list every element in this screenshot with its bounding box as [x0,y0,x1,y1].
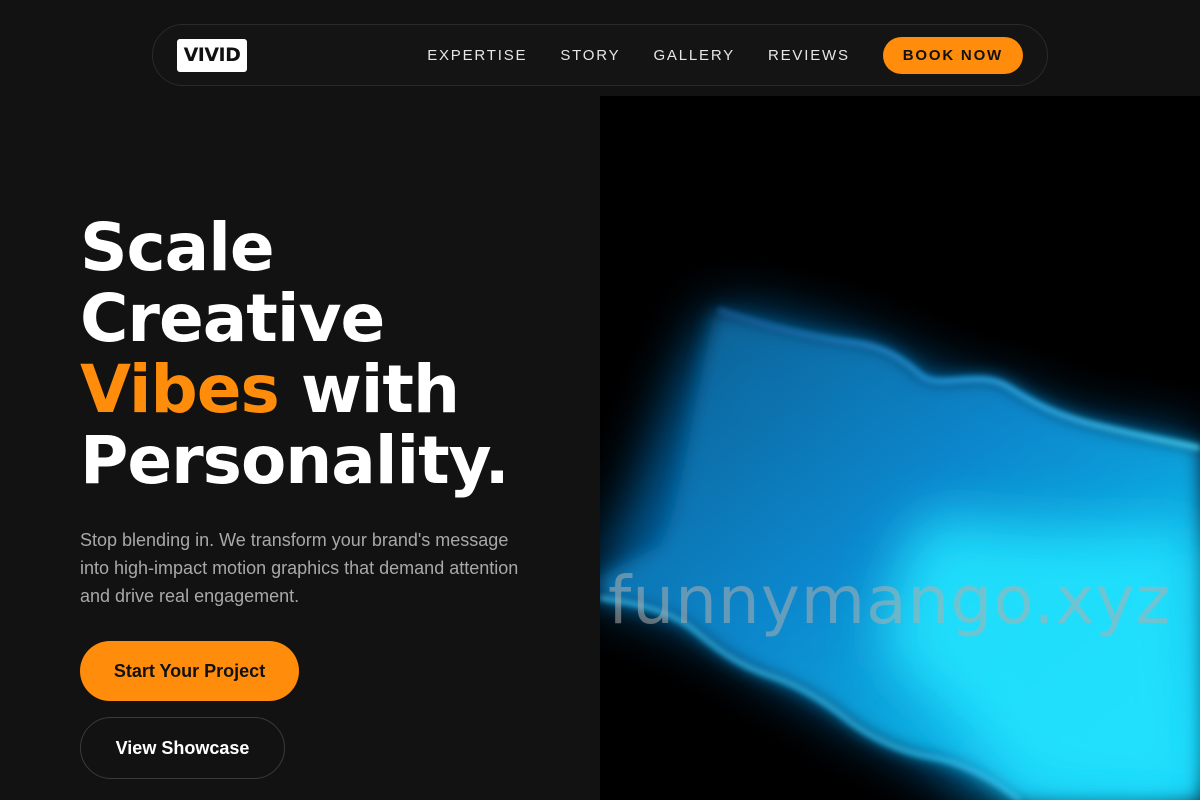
nav-link-story[interactable]: STORY [560,47,620,64]
headline-accent: Vibes [80,351,280,428]
top-nav: VIVID EXPERTISE STORY GALLERY REVIEWS BO… [152,24,1048,86]
hero-visual-image: funnymango.xyz [600,96,1200,800]
landing-page: VIVID EXPERTISE STORY GALLERY REVIEWS BO… [0,0,1200,800]
start-project-button[interactable]: Start Your Project [80,641,299,701]
headline-line-1: Scale [80,209,275,286]
headline-line-2: Creative [80,280,385,357]
glowing-wave-graphic [600,96,1200,800]
brand-logo[interactable]: VIVID [177,38,247,72]
book-now-button[interactable]: BOOK NOW [882,36,1023,74]
headline-line-4: Personality. [80,422,510,499]
nav-link-reviews[interactable]: REVIEWS [768,47,850,64]
hero-headline: Scale Creative Vibes with Personality. [80,209,510,499]
nav-links: EXPERTISE STORY GALLERY REVIEWS [427,47,850,64]
watermark-text: funnymango.xyz [608,562,1172,639]
hero-subtext: Stop blending in. We transform your bran… [80,530,519,606]
nav-link-expertise[interactable]: EXPERTISE [427,47,527,64]
headline-line-3-rest: with [278,351,460,428]
view-showcase-button[interactable]: View Showcase [80,717,285,779]
nav-link-gallery[interactable]: GALLERY [653,47,735,64]
